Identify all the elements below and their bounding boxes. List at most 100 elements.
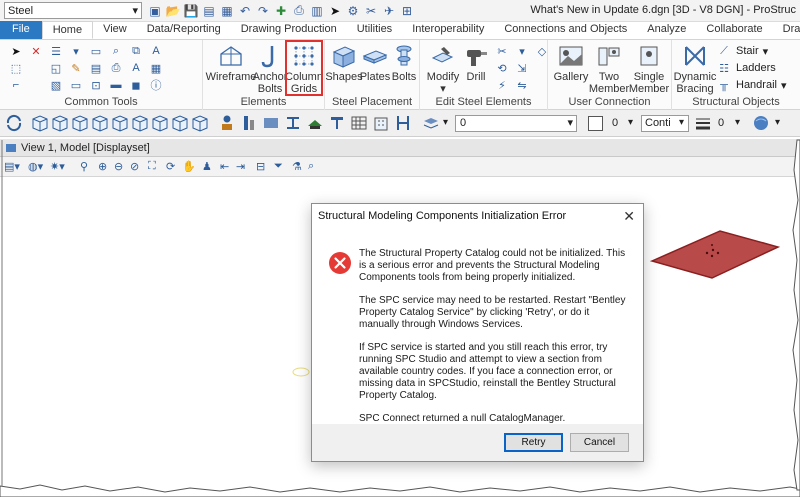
shape-icon[interactable]: ◱ — [48, 61, 64, 75]
cube-view-icon[interactable] — [51, 114, 69, 132]
snap-icon[interactable]: ⌐ — [8, 78, 24, 92]
cancel-button[interactable]: Cancel — [570, 433, 629, 452]
tab-view[interactable]: View — [93, 21, 137, 39]
close-icon[interactable]: ✕ — [623, 204, 635, 228]
search-icon[interactable]: ⌕ — [108, 44, 124, 58]
next-view-icon[interactable]: ⇥ — [236, 160, 245, 173]
level-icon[interactable]: ▭ — [88, 44, 104, 58]
two-member-button[interactable]: Two Member — [589, 43, 629, 95]
tab-analyze[interactable]: Analyze — [637, 21, 696, 39]
compress-icon[interactable]: ▦ — [220, 4, 234, 18]
rotate-view-icon[interactable]: ⟳ — [166, 160, 175, 173]
ruler-icon[interactable]: ▬ — [108, 78, 124, 92]
ladders-button[interactable]: ☷ Ladders — [716, 61, 776, 75]
shapes-button[interactable]: Shapes — [325, 43, 363, 83]
pin-icon[interactable]: ✚ — [274, 4, 288, 18]
list-icon[interactable]: ☰ — [48, 44, 64, 58]
layer-icon[interactable]: ▤ — [88, 61, 104, 75]
rotate-icon[interactable]: ⟲ — [494, 61, 510, 75]
extend-icon[interactable]: ⇲ — [514, 61, 530, 75]
brush-icon[interactable]: ⚲ — [80, 160, 88, 173]
chevron-down-icon[interactable]: ▾ — [775, 117, 780, 128]
printer-icon[interactable]: ⎙ — [292, 3, 306, 18]
zoom-out-icon[interactable]: ⊖ — [114, 160, 123, 173]
tab-collaborate[interactable]: Collaborate — [696, 21, 772, 39]
grid-icon[interactable]: ⊞ — [400, 4, 414, 18]
line-weight-icon[interactable] — [694, 114, 712, 132]
profile-icon[interactable] — [328, 114, 346, 132]
cube-view-icon[interactable] — [191, 114, 209, 132]
tab-data-reporting[interactable]: Data/Reporting — [137, 21, 231, 39]
refresh-icon[interactable] — [5, 114, 23, 132]
display-icon[interactable]: ▭ — [68, 78, 84, 92]
view-attributes-icon[interactable]: ▤▾ — [4, 160, 20, 173]
drill-button[interactable]: Drill — [462, 43, 490, 83]
chevron-down-icon[interactable]: ▾ — [628, 117, 633, 128]
chevron-down-icon[interactable]: ▾ — [735, 117, 740, 128]
modify-button[interactable]: Modify ▾ — [424, 43, 462, 95]
print-icon[interactable]: ▤ — [202, 4, 216, 18]
analysis-icon[interactable]: ⚗ — [292, 160, 302, 173]
zoom-in-icon[interactable]: ⊕ — [98, 160, 107, 173]
cube-view-icon[interactable] — [111, 114, 129, 132]
align-icon[interactable] — [394, 114, 412, 132]
print-icon[interactable]: ⎙ — [108, 61, 124, 75]
settings-icon[interactable]: ⚙ — [346, 4, 360, 18]
wireframe-button[interactable]: Wireframe — [206, 43, 256, 83]
layers-icon[interactable]: ▥ — [310, 4, 324, 18]
fence-icon[interactable]: ⬚ — [8, 61, 24, 75]
chevron-down-icon[interactable]: ▾ — [679, 117, 684, 128]
cube-view-icon[interactable] — [31, 114, 49, 132]
user-tools-icon[interactable] — [218, 114, 236, 132]
tools-icon[interactable]: ✂ — [364, 4, 378, 18]
weld-icon[interactable]: ⚡ — [494, 78, 510, 92]
anchor-bolts-button[interactable]: Anchor Bolts — [253, 43, 287, 95]
globe-icon[interactable] — [752, 114, 770, 132]
mirror-icon[interactable]: ⇋ — [514, 78, 530, 92]
cube-view-icon[interactable] — [151, 114, 169, 132]
plane-icon[interactable]: ✈ — [382, 4, 396, 18]
dropdown-icon[interactable]: ▾ — [514, 44, 530, 58]
delete-icon[interactable]: ✕ — [28, 44, 44, 58]
tab-connections-objects[interactable]: Connections and Objects — [494, 21, 637, 39]
quick-access-icon[interactable]: ▣ — [148, 4, 162, 18]
tab-drawing-production[interactable]: Drawing Production — [231, 21, 347, 39]
cube-view-icon[interactable] — [71, 114, 89, 132]
text-box-icon[interactable]: A — [128, 61, 144, 75]
retry-button[interactable]: Retry — [504, 433, 563, 452]
redo-icon[interactable]: ↷ — [256, 4, 270, 18]
cube-view-icon[interactable] — [91, 114, 109, 132]
grid-small-icon[interactable]: ▦ — [148, 61, 164, 75]
member-icon[interactable] — [240, 114, 258, 132]
brush-icon[interactable]: ✎ — [68, 61, 84, 75]
cube-view-icon[interactable] — [171, 114, 189, 132]
level-manager-icon[interactable] — [422, 114, 440, 132]
plates-button[interactable]: Plates — [360, 43, 390, 83]
beam-icon[interactable] — [262, 114, 280, 132]
text-icon[interactable]: A — [148, 44, 164, 58]
cursor-icon[interactable]: ➤ — [328, 4, 342, 18]
level-select[interactable]: 0 ▾ — [455, 115, 577, 132]
chevron-down-icon[interactable]: ▾ — [443, 117, 448, 128]
dropdown-icon[interactable]: ▾ — [68, 44, 84, 58]
filter-icon[interactable]: ⏷ — [274, 160, 283, 173]
hat-icon[interactable] — [306, 114, 324, 132]
grating-icon[interactable] — [350, 114, 368, 132]
window-area-icon[interactable]: ⊘ — [130, 160, 139, 173]
tab-utilities[interactable]: Utilities — [347, 21, 402, 39]
walk-icon[interactable]: ♟ — [202, 160, 212, 173]
hatch-icon[interactable]: ▧ — [48, 78, 64, 92]
undo-icon[interactable]: ↶ — [238, 4, 252, 18]
tab-home[interactable]: Home — [41, 21, 94, 39]
bolts-button[interactable]: Bolts — [391, 43, 417, 83]
gallery-button[interactable]: Gallery — [553, 43, 589, 83]
building-icon[interactable] — [372, 114, 390, 132]
save-icon[interactable]: 💾 — [184, 4, 199, 18]
clip-volume-icon[interactable]: ⊟ — [256, 160, 265, 173]
workspace-select[interactable]: Steel ▾ — [4, 2, 142, 19]
handrail-button[interactable]: ╥ Handrail ▾ — [716, 78, 786, 92]
cube-view-icon[interactable] — [131, 114, 149, 132]
pan-icon[interactable]: ✋ — [182, 160, 196, 173]
lights-icon[interactable]: ✷▾ — [50, 160, 65, 173]
color-swatch[interactable] — [588, 116, 603, 131]
